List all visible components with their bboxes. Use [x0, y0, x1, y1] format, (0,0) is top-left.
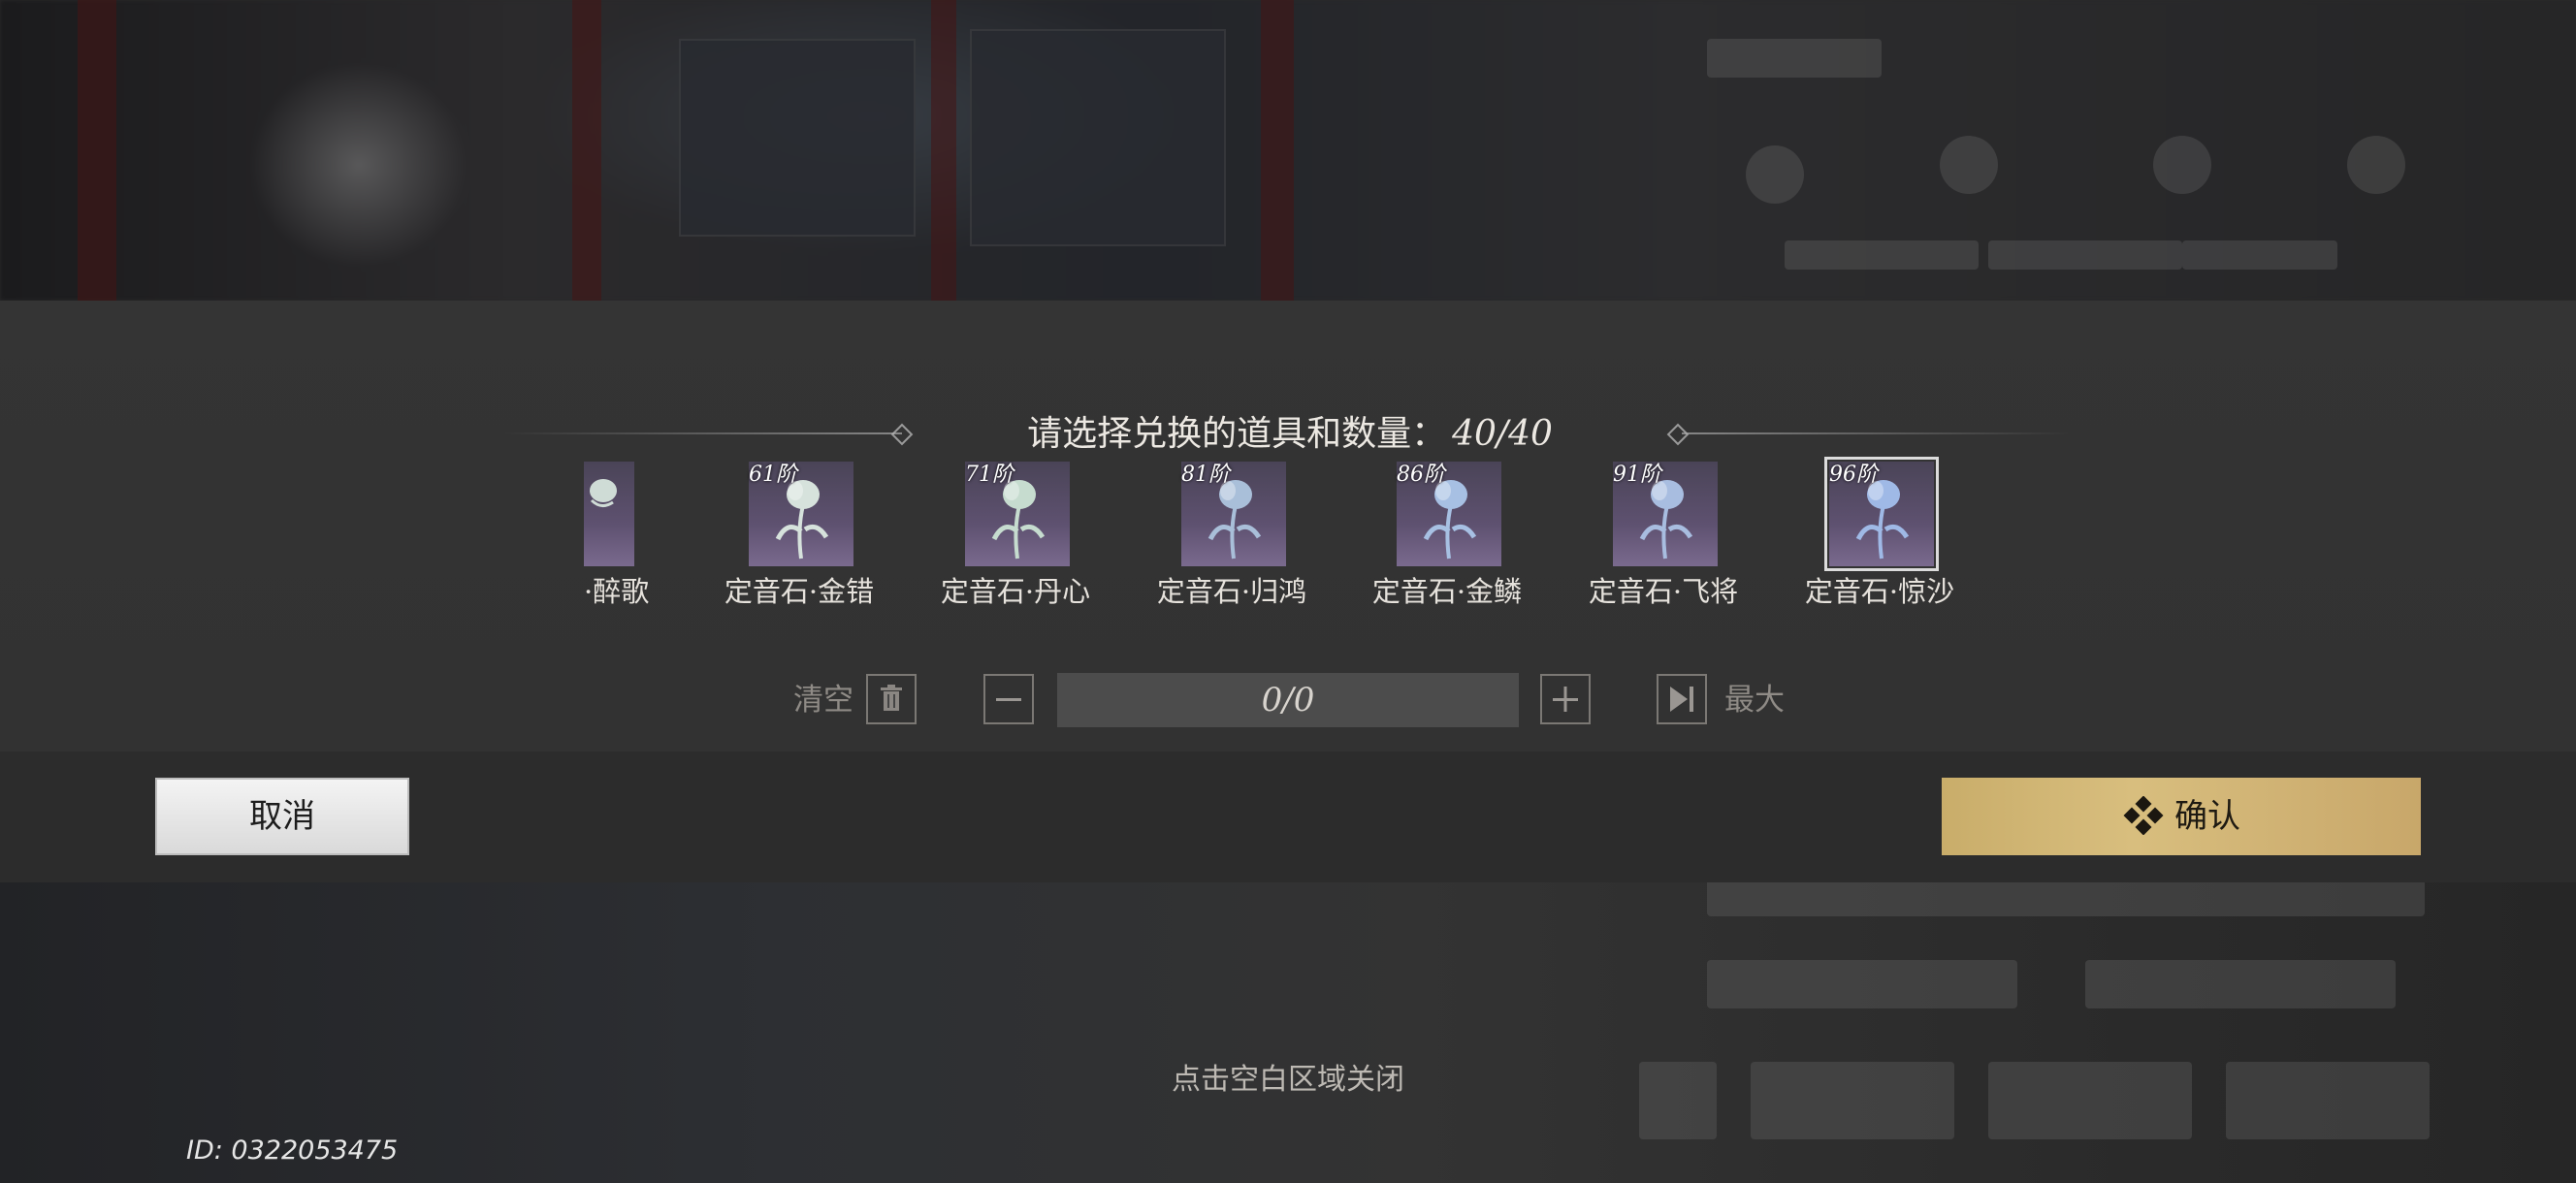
- item-name: 定音石·金鳞: [1371, 575, 1523, 608]
- background-ghost-ui: [2347, 136, 2405, 194]
- title-left-ornament: [504, 432, 902, 434]
- clear-button[interactable]: [866, 674, 917, 724]
- background-ghost-ui: [2226, 1062, 2430, 1139]
- background-ghost-ui: [1785, 240, 1979, 270]
- item-tier-label: 91阶: [1613, 463, 1661, 487]
- item-slot[interactable]: 96阶定音石·惊沙: [1792, 457, 1954, 617]
- dialog-title-text: 请选择兑换的道具和数量：: [1027, 414, 1447, 454]
- max-label[interactable]: 最大: [1724, 679, 1785, 721]
- item-tier-label: 61阶: [749, 463, 797, 487]
- trash-icon: [881, 685, 902, 711]
- minus-icon: [996, 698, 1021, 701]
- close-hint[interactable]: 点击空白区域关闭: [1067, 1060, 1509, 1101]
- max-button[interactable]: [1657, 674, 1707, 724]
- plus-icon: [1553, 687, 1578, 712]
- background-ghost-ui: [1707, 960, 2017, 1008]
- background-ghost-ui: [1707, 878, 2425, 916]
- item-name: 定音石·丹心: [940, 575, 1091, 608]
- item-name: 定音石·归鸿: [1156, 575, 1307, 608]
- item-name: 定音石·飞将: [1588, 575, 1739, 608]
- item-name: 定音石·惊沙: [1804, 575, 1955, 608]
- dialog-title-count: 40/40: [1452, 414, 1553, 454]
- title-right-ornament: [1682, 432, 2070, 434]
- background-ghost-ui: [1940, 136, 1998, 194]
- background-ghost-ui: [1988, 240, 2182, 270]
- background-pillar: [931, 0, 956, 301]
- background-pillar: [78, 0, 116, 301]
- background-window: [970, 29, 1226, 246]
- background-ghost-ui: [1751, 1062, 1954, 1139]
- item-slot[interactable]: 86阶定音石·金鳞: [1360, 462, 1522, 617]
- item-slot[interactable]: ·醉歌: [545, 462, 649, 617]
- item-name: 定音石·金错: [724, 575, 875, 608]
- item-slot[interactable]: 81阶定音石·归鸿: [1144, 462, 1306, 617]
- item-thumbnail: [584, 462, 634, 566]
- item-tier-label: 71阶: [965, 463, 1014, 487]
- item-tier-label: 96阶: [1829, 463, 1878, 487]
- cancel-button[interactable]: 取消: [155, 778, 409, 855]
- item-slot[interactable]: 91阶定音石·飞将: [1576, 462, 1738, 617]
- background-ghost-ui: [1988, 1062, 2192, 1139]
- background-ghost-ui: [2085, 960, 2396, 1008]
- background-ghost-ui: [1707, 39, 1882, 78]
- clear-label[interactable]: 清空: [793, 679, 853, 721]
- user-id: ID: 0322053475: [186, 1135, 399, 1166]
- background-window: [679, 39, 916, 237]
- item-slot[interactable]: 71阶定音石·丹心: [928, 462, 1090, 617]
- background-ghost-ui: [1639, 1062, 1717, 1139]
- diamond-icon: [2123, 796, 2164, 835]
- item-tier-label: 86阶: [1397, 463, 1445, 487]
- background-ghost-ui: [2182, 240, 2337, 270]
- confirm-button-label: 确认: [2174, 797, 2240, 836]
- background-ghost-ui: [1746, 145, 1804, 204]
- background-pillar: [1261, 0, 1294, 301]
- flower-icon: [590, 479, 617, 507]
- quantity-value[interactable]: 0/0: [1057, 673, 1519, 727]
- increase-button[interactable]: [1540, 674, 1591, 724]
- skip-to-end-icon: [1670, 687, 1693, 712]
- background-ghost-ui: [2153, 136, 2211, 194]
- item-tier-label: 81阶: [1181, 463, 1230, 487]
- dialog-title: 请选择兑换的道具和数量： 40/40: [989, 407, 1591, 462]
- background-pillar: [572, 0, 601, 301]
- decrease-button[interactable]: [983, 674, 1034, 724]
- confirm-button[interactable]: 确认: [1942, 778, 2421, 855]
- item-name: ·醉歌: [584, 575, 650, 608]
- item-slot[interactable]: 61阶定音石·金错: [712, 462, 874, 617]
